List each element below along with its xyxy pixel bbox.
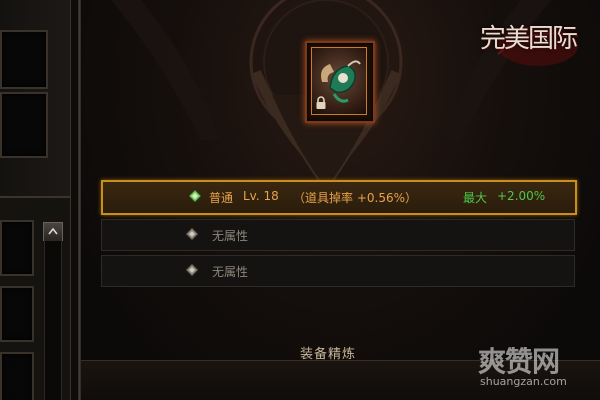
watermark-logo: 爽赞网 xyxy=(478,345,560,378)
max-value: +2.00% xyxy=(497,189,546,203)
refine-attribute-row[interactable]: 无属性 xyxy=(101,219,575,251)
refine-attribute-row-active[interactable]: 普通 Lv. 18 （道具掉率 +0.56%） 最大 +2.00% xyxy=(101,180,577,215)
equipment-slot[interactable] xyxy=(305,41,375,123)
watermark-url: shuangzan.com xyxy=(480,375,567,388)
item-icon-frame xyxy=(311,47,367,115)
scroll-up-button[interactable] xyxy=(43,222,63,241)
attribute-grade: 普通 xyxy=(209,191,234,205)
diamond-bullet-icon xyxy=(186,228,198,240)
chevron-up-icon xyxy=(48,228,58,235)
refine-attribute-row[interactable]: 无属性 xyxy=(101,255,575,287)
scrollbar-track[interactable] xyxy=(44,240,62,400)
attribute-label: 无属性 xyxy=(212,229,249,243)
attribute-effect: （道具掉率 +0.56%） xyxy=(293,191,417,205)
attribute-level: Lv. 18 xyxy=(243,189,279,203)
game-logo: 完美国际 xyxy=(480,24,578,54)
attribute-label: 无属性 xyxy=(212,265,249,279)
game-screen: 完美国际 普通 Lv. 18 （道具掉率 +0.56%） 最大 +2.00% 无… xyxy=(0,0,600,400)
panel-title: 装备精炼 xyxy=(300,347,357,362)
lock-icon xyxy=(316,96,326,109)
diamond-bullet-icon xyxy=(189,190,201,202)
diamond-bullet-icon xyxy=(186,264,198,276)
list-slot[interactable] xyxy=(0,352,34,400)
max-label: 最大 xyxy=(463,191,488,205)
inventory-slot[interactable] xyxy=(0,92,48,158)
list-slot[interactable] xyxy=(0,286,34,342)
inventory-slot[interactable] xyxy=(0,30,48,89)
list-slot[interactable] xyxy=(0,220,34,276)
